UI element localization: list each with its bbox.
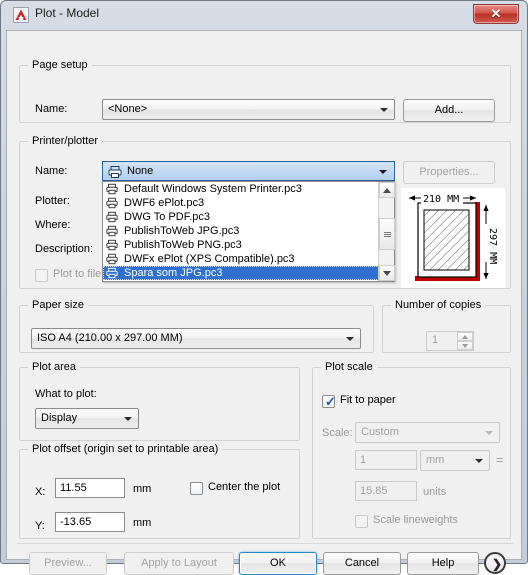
autocad-a-icon: [13, 7, 29, 23]
plot-area-group: Plot area: [19, 361, 300, 441]
scale-numerator-input: 1: [355, 450, 417, 470]
paper-preview: 210 MM 297 MM: [401, 188, 505, 288]
triangle-down-icon: [462, 344, 468, 348]
add-button[interactable]: Add...: [403, 99, 495, 122]
paper-size-legend: Paper size: [28, 299, 88, 311]
printer-name-label: Name:: [35, 165, 68, 177]
copies-spinner: 1: [426, 331, 474, 351]
plot-offset-legend: Plot offset (origin set to printable are…: [28, 443, 223, 455]
plot-offset-x-unit: mm: [133, 483, 152, 495]
scale-units-label: units: [423, 486, 447, 498]
scroll-down-button[interactable]: [379, 265, 395, 281]
chevron-down-icon: [380, 108, 388, 112]
list-item-label: PublishToWeb JPG.pc3: [124, 225, 240, 237]
chevron-down-icon: [124, 417, 132, 421]
page-setup-name-value: <None>: [108, 103, 148, 115]
printer-dropdown-list[interactable]: Default Windows System Printer.pc3 DWF6 …: [102, 181, 395, 282]
printer-dropdown-items: Default Windows System Printer.pc3 DWF6 …: [103, 182, 379, 281]
list-item[interactable]: DWFx ePlot (XPS Compatible).pc3: [103, 252, 379, 266]
list-item-label: Spara som JPG.pc3: [124, 267, 223, 279]
scale-unit-combo: mm: [420, 450, 490, 471]
printer-icon: [108, 165, 122, 182]
copies-legend: Number of copies: [391, 299, 486, 311]
printer-icon: [106, 267, 118, 281]
scale-value: Custom: [361, 426, 399, 438]
copies-spin-buttons: [457, 332, 473, 350]
plot-offset-x-input[interactable]: 11.55: [55, 478, 125, 498]
scale-equals-sign: =: [496, 453, 504, 467]
plot-area-legend: Plot area: [28, 361, 81, 373]
page-setup-name-label: Name:: [35, 103, 68, 115]
copies-decrement-button: [457, 341, 473, 350]
fit-to-paper-label: Fit to paper: [340, 394, 396, 406]
close-icon: ✕: [490, 6, 502, 21]
center-the-plot-checkbox[interactable]: [190, 482, 203, 495]
scroll-up-button[interactable]: [379, 182, 395, 198]
plot-to-file-label: Plot to file: [53, 268, 102, 280]
footer-separator: [17, 543, 513, 544]
scale-combo: Custom: [355, 422, 500, 443]
title-bar: Plot - Model ✕: [5, 3, 523, 29]
list-item-label: PublishToWeb PNG.pc3: [124, 239, 242, 251]
scale-unit-value: mm: [426, 454, 445, 466]
plot-dialog-window: Plot - Model ✕ Page setup Name: <None> A…: [0, 0, 528, 575]
list-item-selected[interactable]: Spara som JPG.pc3: [103, 266, 379, 280]
dialog-client-area: Page setup Name: <None> Add... Printer/p…: [6, 30, 522, 575]
printer-name-combo[interactable]: None: [102, 161, 395, 181]
checkmark-icon: ✓: [325, 394, 336, 409]
chevron-down-icon: [475, 459, 483, 463]
scale-denominator-input: 15.85: [355, 481, 417, 501]
triangle-down-icon: [383, 271, 391, 276]
close-button[interactable]: ✕: [473, 4, 519, 24]
what-to-plot-label: What to plot:: [35, 388, 97, 400]
list-item-label: Default Windows System Printer.pc3: [124, 183, 302, 195]
plot-offset-y-input[interactable]: -13.65: [55, 512, 125, 532]
dropdown-scrollbar[interactable]: [378, 182, 395, 281]
printer-name-value: None: [127, 165, 154, 177]
triangle-up-icon: [383, 188, 391, 193]
list-item[interactable]: PublishToWeb PNG.pc3: [103, 238, 379, 252]
page-setup-legend: Page setup: [28, 59, 92, 71]
paper-size-combo[interactable]: ISO A4 (210.00 x 297.00 MM): [31, 328, 361, 349]
plot-offset-y-unit: mm: [133, 517, 152, 529]
plot-offset-x-label: X:: [35, 486, 46, 498]
list-item-label: DWG To PDF.pc3: [124, 211, 210, 223]
scale-label: Scale:: [322, 427, 353, 439]
scale-lineweights-checkbox: [355, 515, 368, 528]
properties-button: Properties...: [403, 161, 495, 184]
list-item[interactable]: Default Windows System Printer.pc3: [103, 182, 379, 196]
list-item[interactable]: PublishToWeb JPG.pc3: [103, 224, 379, 238]
scale-lineweights-label: Scale lineweights: [373, 514, 458, 526]
chevron-down-icon: [346, 337, 354, 341]
svg-text:210 MM: 210 MM: [423, 194, 459, 205]
scrollbar-thumb[interactable]: [379, 218, 395, 250]
printer-plotter-legend: Printer/plotter: [28, 135, 103, 147]
what-to-plot-combo[interactable]: Display: [35, 408, 139, 429]
list-item-label: DWF6 ePlot.pc3: [124, 197, 205, 209]
plot-scale-legend: Plot scale: [321, 361, 377, 373]
plot-to-file-checkbox[interactable]: [35, 269, 48, 282]
svg-text:297 MM: 297 MM: [487, 228, 498, 264]
center-the-plot-label: Center the plot: [208, 481, 281, 493]
expand-dialog-button[interactable]: ❯: [484, 552, 506, 574]
copies-value: 1: [432, 334, 439, 346]
copies-increment-button: [457, 332, 473, 341]
grip-icon: [384, 232, 391, 237]
list-item-label: DWFx ePlot (XPS Compatible).pc3: [124, 253, 295, 265]
fit-to-paper-checkbox[interactable]: ✓: [322, 394, 336, 409]
plotter-label: Plotter:: [35, 195, 70, 207]
triangle-up-icon: [462, 335, 468, 339]
paper-size-value: ISO A4 (210.00 x 297.00 MM): [37, 332, 183, 344]
page-setup-name-combo[interactable]: <None>: [102, 99, 395, 120]
chevron-down-icon: [379, 170, 387, 174]
chevron-down-icon: [485, 431, 493, 435]
plot-offset-y-label: Y:: [35, 520, 45, 532]
chevron-right-icon: ❯: [492, 557, 503, 571]
what-to-plot-value: Display: [41, 412, 78, 424]
where-label: Where:: [35, 219, 71, 231]
description-label: Description:: [35, 243, 94, 255]
page-title: Plot - Model: [35, 6, 100, 20]
list-item[interactable]: DWF6 ePlot.pc3: [103, 196, 379, 210]
list-item[interactable]: DWG To PDF.pc3: [103, 210, 379, 224]
